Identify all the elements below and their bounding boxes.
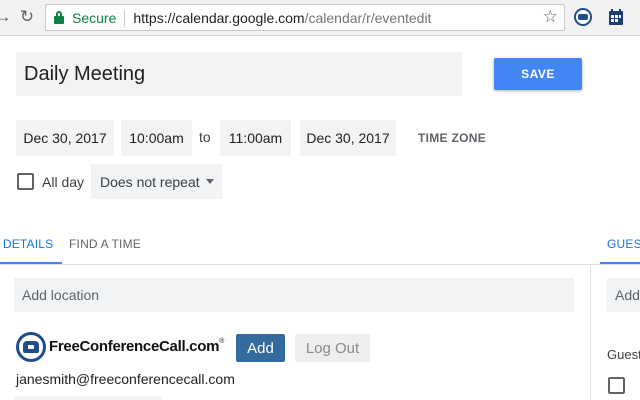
logout-button[interactable]: Log Out — [295, 334, 370, 362]
address-bar[interactable]: Secure https://calendar.google.com/calen… — [45, 4, 565, 31]
guest-permission-checkbox[interactable] — [608, 377, 625, 394]
add-guests-input[interactable]: Add — [607, 278, 640, 312]
forward-icon[interactable]: → — [0, 6, 14, 28]
start-date-field[interactable]: Dec 30, 2017 — [16, 120, 114, 156]
to-label: to — [199, 129, 211, 145]
conference-field[interactable] — [14, 396, 162, 400]
conference-extension-icon[interactable] — [573, 7, 593, 27]
url-host: https://calendar.google.com — [133, 9, 305, 26]
lock-icon — [54, 11, 64, 24]
event-title-input[interactable]: Daily Meeting — [16, 52, 462, 96]
freeconferencecall-logo-icon — [16, 332, 46, 362]
url-path: /calendar/r/eventedit — [304, 9, 432, 26]
dropdown-caret-icon — [206, 179, 214, 184]
all-day-checkbox[interactable] — [17, 173, 34, 190]
repeat-select[interactable]: Does not repeat — [91, 164, 222, 199]
conference-brand: FreeConferenceCall.com® — [49, 338, 224, 355]
tab-guests[interactable]: GUEST — [607, 237, 640, 251]
save-button[interactable]: SAVE — [494, 58, 582, 90]
tabs-divider — [0, 264, 640, 265]
location-input[interactable]: Add location — [14, 278, 574, 312]
all-day-label: All day — [42, 174, 85, 190]
browser-toolbar: → ↻ Secure https://calendar.google.com/c… — [0, 0, 640, 36]
time-zone-button[interactable]: TIME ZONE — [418, 131, 486, 145]
address-divider — [124, 9, 126, 26]
conference-email: janesmith@freeconferencecall.com — [16, 371, 235, 387]
guests-permissions-label: Guest — [607, 347, 640, 362]
secure-label: Secure — [72, 9, 117, 26]
panel-divider — [590, 264, 591, 400]
start-time-field[interactable]: 10:00am — [121, 120, 192, 156]
end-time-field[interactable]: 11:00am — [220, 120, 291, 156]
reload-icon[interactable]: ↻ — [16, 6, 38, 28]
add-conference-button[interactable]: Add — [236, 334, 285, 362]
end-date-field[interactable]: Dec 30, 2017 — [300, 120, 396, 156]
tab-find-a-time[interactable]: FIND A TIME — [69, 237, 141, 251]
tab-event-details[interactable]: T DETAILS — [0, 237, 53, 251]
repeat-value: Does not repeat — [100, 173, 200, 190]
bookmark-star-icon[interactable]: ☆ — [543, 7, 558, 27]
calendar-extension-icon[interactable] — [606, 7, 626, 27]
